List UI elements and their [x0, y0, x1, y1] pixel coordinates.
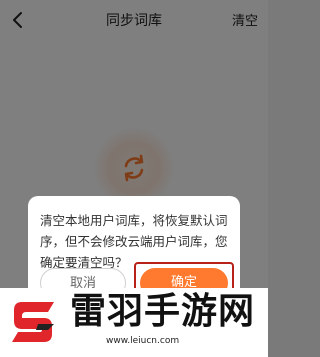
watermark-banner: 雷羽手游网 www.leiucn.com: [0, 288, 268, 357]
watermark-title: 雷羽手游网: [70, 291, 256, 332]
site-logo-icon: [8, 296, 60, 348]
watermark-url: www.leiucn.com: [106, 336, 180, 346]
